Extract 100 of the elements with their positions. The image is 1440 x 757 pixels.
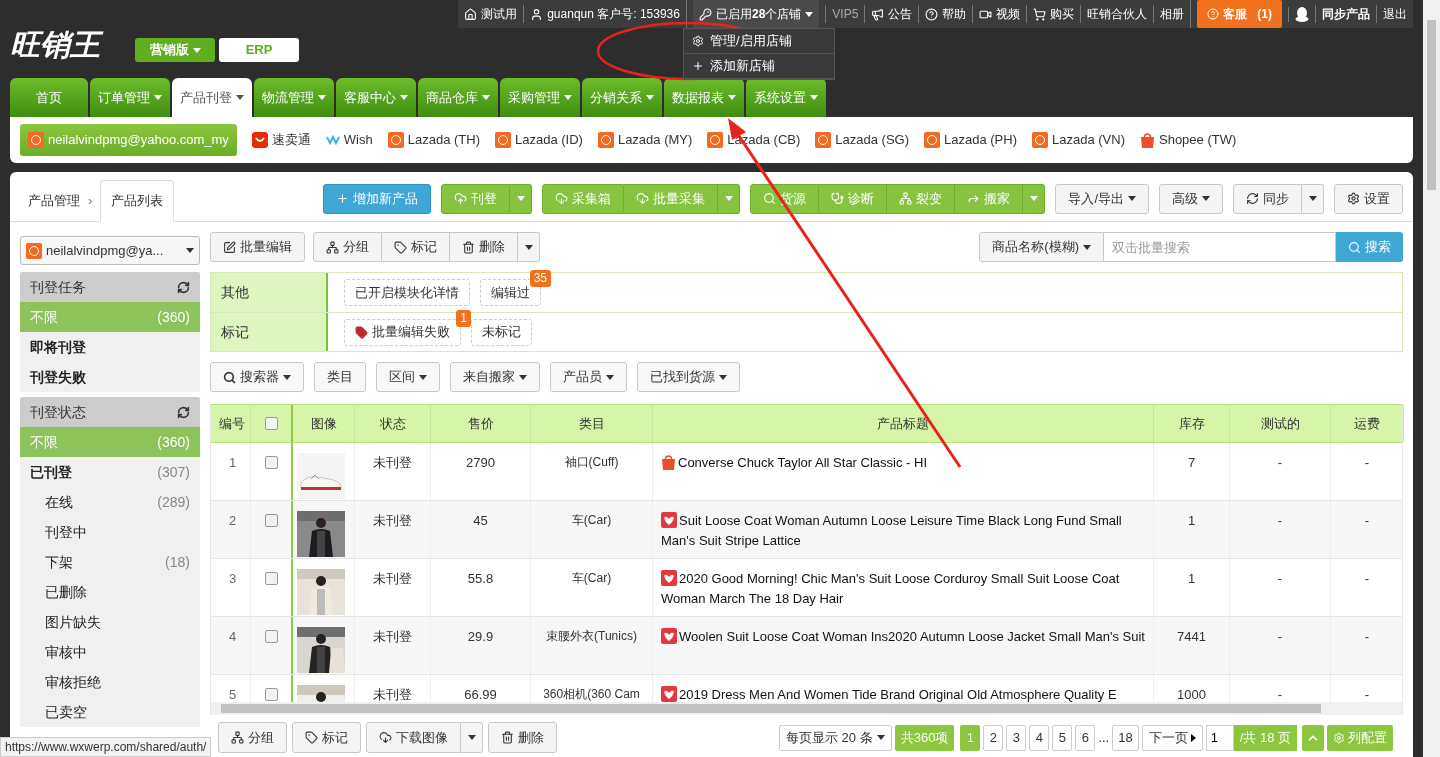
platform-tab[interactable]: Lazada (SG) bbox=[815, 130, 909, 150]
dropdown-toggle[interactable] bbox=[510, 183, 533, 214]
table-cell: 1 bbox=[229, 455, 237, 470]
vertical-scrollbar[interactable] bbox=[1423, 0, 1440, 757]
platform-tab[interactable]: Lazada (PH) bbox=[924, 130, 1017, 150]
search-field[interactable]: 双击批量搜索 bbox=[1104, 232, 1336, 262]
sidebar-item[interactable]: 审核中 bbox=[20, 637, 200, 667]
penguin-icon[interactable] bbox=[1295, 6, 1309, 22]
dropdown-toggle[interactable] bbox=[461, 722, 483, 753]
page-tab[interactable]: 产品列表 bbox=[100, 180, 175, 222]
dropdown-toggle[interactable] bbox=[718, 183, 741, 214]
sidebar-item[interactable]: 已刊登 (307) bbox=[20, 457, 200, 487]
sidebar-item[interactable]: 图片缺失 bbox=[20, 607, 200, 637]
collapse-button[interactable] bbox=[1302, 724, 1324, 751]
top-link[interactable]: guanqun 客户号: 153936 bbox=[530, 5, 680, 23]
menu-item[interactable]: 管理/启用店铺 bbox=[683, 29, 834, 54]
filter-label: 其他 bbox=[211, 273, 328, 312]
page-button[interactable]: 3 bbox=[1006, 724, 1027, 751]
sidebar-item[interactable]: 审核拒绝 bbox=[20, 667, 200, 697]
sidebar-item[interactable]: 在线 (289) bbox=[20, 487, 200, 517]
action-button[interactable]: 标记 bbox=[292, 722, 361, 753]
sidebar-item[interactable]: 已卖空 bbox=[20, 697, 200, 727]
checkbox[interactable] bbox=[264, 456, 278, 469]
platform-tab[interactable]: Wish bbox=[325, 130, 373, 150]
action-button[interactable]: 分组 bbox=[313, 232, 382, 262]
action-button[interactable]: 下载图像 bbox=[366, 722, 461, 753]
top-link[interactable]: 公告 bbox=[871, 5, 913, 23]
filter-dropdown[interactable]: 来自搬家 bbox=[450, 362, 540, 392]
sidebar-item[interactable]: 刊登中 bbox=[20, 517, 200, 547]
platform-tab[interactable]: Lazada (MY) bbox=[597, 130, 693, 150]
top-link[interactable]: 测试用 bbox=[464, 5, 518, 23]
nav-tab[interactable]: 产品刊登 bbox=[172, 78, 252, 117]
toolbar-button[interactable]: 同步 bbox=[1233, 183, 1302, 214]
toolbar-button[interactable]: 导入/导出 bbox=[1055, 183, 1149, 214]
horizontal-scrollbar[interactable] bbox=[211, 702, 1402, 715]
store-dropdown[interactable]: 已启用28个店铺 bbox=[692, 0, 820, 28]
top-link[interactable]: 帮助 bbox=[925, 5, 967, 23]
top-link[interactable]: 购买 bbox=[1033, 5, 1075, 23]
page-button[interactable]: 4 bbox=[1029, 724, 1050, 751]
sidebar-item[interactable]: 下架 (18) bbox=[20, 547, 200, 577]
menu-item[interactable]: 添加新店铺 bbox=[683, 54, 834, 79]
next-page-button[interactable]: 下一页 bbox=[1141, 724, 1203, 751]
filter-dropdown[interactable]: 区间 bbox=[376, 362, 440, 392]
table-cell-text: - bbox=[1364, 454, 1370, 472]
caret-icon bbox=[283, 374, 291, 380]
action-button[interactable]: 删除 bbox=[488, 722, 557, 753]
top-link[interactable]: 视频 bbox=[979, 5, 1021, 23]
table-cell-text: 未刊登 bbox=[373, 454, 412, 472]
sidebar-item[interactable]: 刊登失败 bbox=[20, 362, 200, 392]
checkbox[interactable] bbox=[264, 688, 278, 701]
checkbox[interactable] bbox=[264, 417, 278, 430]
sidebar-item[interactable]: 即将刊登 bbox=[20, 332, 200, 362]
platform-tab[interactable]: Lazada (TH) bbox=[387, 130, 480, 150]
action-button[interactable]: 标记 bbox=[382, 232, 450, 262]
sidebar-item[interactable]: 已删除 bbox=[20, 577, 200, 607]
dropdown-toggle[interactable] bbox=[1302, 183, 1324, 214]
page-count: /共 18 页 bbox=[1233, 724, 1297, 751]
product-title[interactable]: Suit Loose Coat Woman Autumn Loose Leisure Time Black Long Fund Small Man's Suit Stripe Lattice bbox=[661, 511, 1145, 551]
checkbox[interactable] bbox=[264, 514, 278, 527]
filter-dropdown[interactable]: 搜索器 bbox=[210, 362, 304, 392]
action-button[interactable]: 删除 bbox=[450, 232, 518, 262]
product-title[interactable]: 2019 Dress Men And Women Tide Brand Original Old Atmosphere Quality E bbox=[661, 685, 1145, 702]
page-button[interactable]: 5 bbox=[1052, 724, 1073, 751]
top-link[interactable]: 退出 bbox=[1383, 5, 1407, 23]
search-field-select[interactable]: 商品名称(模糊) bbox=[979, 232, 1104, 262]
dropdown-toggle[interactable] bbox=[518, 232, 540, 262]
refresh-icon[interactable] bbox=[177, 405, 190, 419]
filter-dropdown[interactable]: 产品员 bbox=[550, 362, 627, 392]
filter-dropdown[interactable]: 已找到货源 bbox=[637, 362, 740, 392]
action-button[interactable]: 分组 bbox=[218, 722, 287, 753]
page-button[interactable]: 18 bbox=[1112, 724, 1139, 751]
total-count: 共360项 bbox=[894, 724, 955, 751]
filter-tag[interactable]: 已开启模块化详情 bbox=[344, 279, 470, 306]
platform-tab[interactable]: 速卖通 bbox=[251, 130, 311, 150]
account-select[interactable]: neilalvindpmg@ya... bbox=[20, 236, 200, 265]
page-button[interactable]: 2 bbox=[983, 724, 1004, 751]
product-title[interactable]: 2020 Good Morning! Chic Man's Suit Loose Corduroy Small Suit Loose Coat Woman March The 18 Day Hair bbox=[661, 569, 1145, 609]
toolbar-button[interactable]: 设置 bbox=[1334, 183, 1403, 214]
top-link[interactable]: 同步产品 bbox=[1322, 5, 1370, 23]
action-button[interactable]: 批量编辑 bbox=[210, 232, 305, 262]
checkbox[interactable] bbox=[264, 630, 278, 643]
breadcrumb-link[interactable]: 产品管理 bbox=[20, 181, 88, 221]
caret-icon bbox=[1083, 244, 1091, 250]
platform-tab[interactable]: Lazada (ID) bbox=[495, 130, 583, 150]
product-title[interactable]: Converse Chuck Taylor All Star Classic - HI bbox=[661, 453, 1145, 473]
page-size-select[interactable]: 每页显示 20 条 bbox=[779, 724, 892, 751]
toolbar-button[interactable]: 高级 bbox=[1159, 183, 1223, 214]
page-button[interactable]: 6 bbox=[1075, 724, 1096, 751]
platform-tab[interactable]: Shopee (TW) bbox=[1140, 130, 1237, 150]
top-link[interactable]: 相册 bbox=[1160, 5, 1185, 23]
product-title[interactable]: Woolen Suit Loose Coat Woman Ins2020 Autumn Loose Jacket Small Man's Suit bbox=[661, 627, 1145, 647]
dropdown-toggle[interactable] bbox=[1023, 183, 1046, 214]
page-input[interactable]: 1 bbox=[1205, 724, 1234, 751]
filter-dropdown[interactable]: 类目 bbox=[314, 362, 366, 392]
refresh-icon[interactable] bbox=[177, 280, 190, 294]
top-link[interactable]: VIP5 bbox=[832, 5, 859, 23]
top-link[interactable]: 旺销合伙人 bbox=[1087, 5, 1148, 23]
platform-tab[interactable]: Lazada (VN) bbox=[1032, 130, 1125, 150]
filter-tag[interactable]: 未标记 bbox=[471, 318, 532, 346]
checkbox[interactable] bbox=[264, 572, 278, 585]
